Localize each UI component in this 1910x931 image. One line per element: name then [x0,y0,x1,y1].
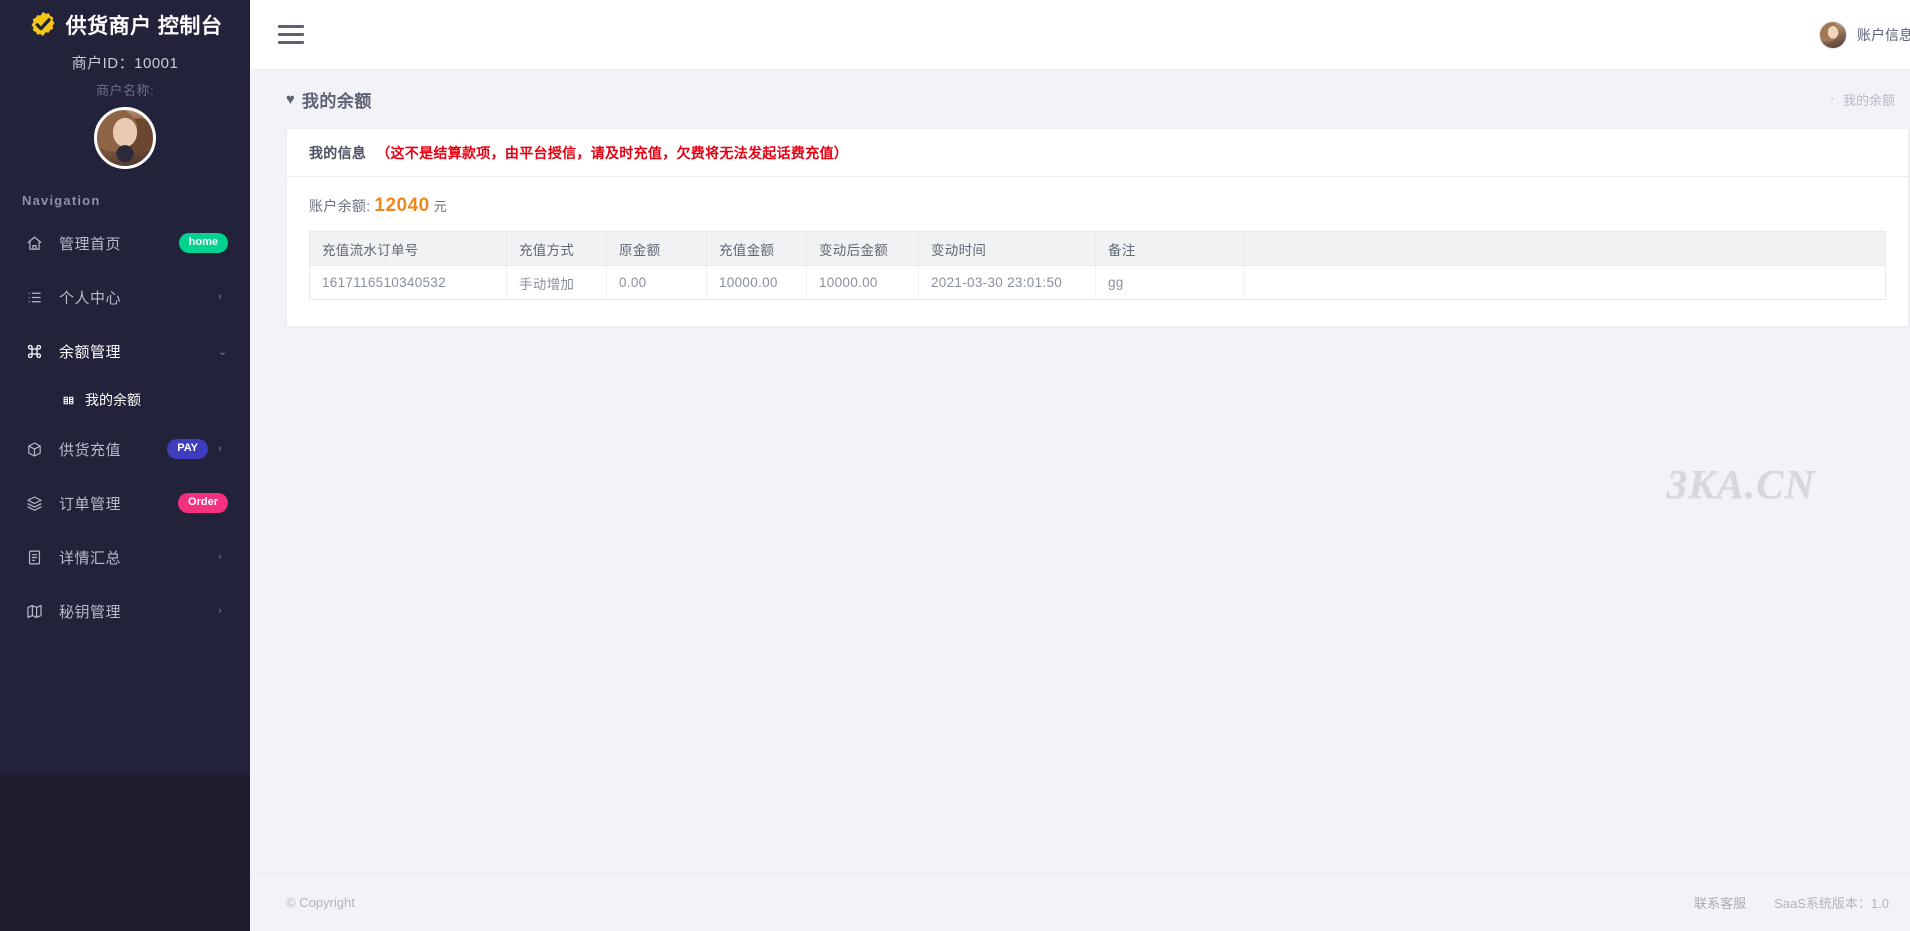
avatar[interactable] [94,107,156,169]
balance-summary: 账户余额: 12040 元 [309,195,1886,217]
sidebar: 供货商户 控制台 商户ID：10001 商户名称: Navigation 管理首… [0,0,250,931]
heart-icon: ♥ [286,90,295,108]
sidebar-badge-order: Order [178,493,228,513]
nav-section-title: Navigation [22,193,101,208]
sidebar-item-supply-recharge[interactable]: 供货充值 PAY › [0,422,250,476]
cell-extra [1243,265,1886,300]
map-icon [24,603,44,620]
chevron-down-icon: ⌄ [218,345,228,358]
sidebar-item-label: 余额管理 [59,343,122,361]
sidebar-item-detail-summary[interactable]: 详情汇总 › [0,530,250,584]
column-header-change-time: 变动时间 [918,231,1096,266]
table-head: 充值流水订单号 充值方式 原金额 充值金额 变动后金额 变动时间 备注 [309,231,1886,266]
card-body: 账户余额: 12040 元 充值流水订单号 充值方式 原金额 充值金额 变动后金… [287,177,1908,326]
sidebar-item-personal-center[interactable]: 个人中心 › [0,270,250,324]
list-icon [24,289,44,306]
merchant-id: 商户ID：10001 [71,55,179,72]
layers-icon [24,495,44,512]
footer-right: 联系客服 SaaS系统版本：1.0 [1694,893,1889,912]
page-header: ♥ 我的余额 › 我的余额 [250,70,1910,128]
topbar: 账户信息 [250,0,1910,70]
column-header-original-amount: 原金额 [606,231,707,266]
balance-icon [62,394,75,407]
cell-order-no: 1617116510340532 [309,265,507,300]
cell-after-amount: 10000.00 [806,265,919,300]
column-header-remark: 备注 [1095,231,1244,266]
breadcrumb: › 我的余额 [1830,90,1895,109]
command-icon [24,343,44,360]
sidebar-bottom-fill [0,775,250,931]
app-root: 供货商户 控制台 商户ID：10001 商户名称: Navigation 管理首… [0,0,1910,931]
column-header-after-amount: 变动后金额 [806,231,919,266]
balance-label: 账户余额: [309,198,371,214]
card-header: 我的信息 （这不是结算款项，由平台授信，请及时充值，欠费将无法发起话费充值） [287,129,1908,177]
gear-check-icon [28,10,58,40]
column-header-extra [1243,231,1886,266]
page-title-text: 我的余额 [301,91,372,111]
balance-card: 我的信息 （这不是结算款项，由平台授信，请及时充值，欠费将无法发起话费充值） 账… [286,128,1909,327]
main-content: 账户信息 ♥ 我的余额 › 我的余额 我的信息 （这不是结算款项，由平台授信，请… [250,0,1910,931]
sidebar-inner: 供货商户 控制台 商户ID：10001 商户名称: Navigation 管理首… [0,0,250,775]
sidebar-item-home[interactable]: 管理首页 home [0,216,250,270]
chevron-right-icon: › [218,291,222,303]
table-header-row: 充值流水订单号 充值方式 原金额 充值金额 变动后金额 变动时间 备注 [309,231,1886,266]
balance-unit: 元 [433,199,448,214]
brand[interactable]: 供货商户 控制台 [0,0,250,42]
sidebar-item-order-management[interactable]: 订单管理 Order [0,476,250,530]
merchant-name: 商户名称: [95,83,155,98]
file-icon [24,549,44,566]
sidebar-item-label: 订单管理 [59,495,122,513]
sidebar-badge-home: home [178,233,228,253]
sidebar-subitem-my-balance[interactable]: 我的余额 [0,378,250,422]
cell-remark: gg [1095,265,1244,300]
card-warning-text: （这不是结算款项，由平台授信，请及时充值，欠费将无法发起话费充值） [376,144,849,161]
chevron-right-icon: › [218,551,222,563]
recharge-records-table: 充值流水订单号 充值方式 原金额 充值金额 变动后金额 变动时间 备注 1617… [309,231,1886,300]
column-header-recharge-amount: 充值金额 [706,231,807,266]
home-icon [24,235,44,252]
contact-support-link[interactable]: 联系客服 [1694,893,1746,912]
footer-version: SaaS系统版本：1.0 [1774,896,1889,911]
cell-recharge-amount: 10000.00 [706,265,807,300]
sidebar-item-label: 详情汇总 [59,549,122,567]
box-icon [24,441,44,458]
chevron-right-icon: › [218,605,222,617]
account-info-button[interactable]: 账户信息 [1819,20,1910,49]
table-body: 1617116510340532 手动增加 0.00 10000.00 1000… [309,265,1886,300]
sidebar-avatar-wrap [0,107,250,169]
breadcrumb-current[interactable]: 我的余额 [1843,90,1895,109]
chevron-right-icon: › [218,443,222,455]
sidebar-nav: 管理首页 home 个人中心 › 余额管理 ⌄ 我的余额 供货充值 PAY › … [0,216,250,638]
cell-method: 手动增加 [506,265,607,300]
footer: © Copyright 联系客服 SaaS系统版本：1.0 [250,873,1910,931]
sidebar-item-label: 供货充值 [59,441,122,459]
brand-title: 供货商户 控制台 [65,15,223,38]
watermark: 3KA.CN [1666,461,1815,507]
sidebar-item-label: 个人中心 [59,289,122,307]
column-header-order-no: 充值流水订单号 [309,231,507,266]
balance-amount: 12040 [374,195,430,216]
account-info-label: 账户信息 [1857,26,1910,43]
sidebar-item-balance-management[interactable]: 余额管理 ⌄ [0,324,250,378]
column-header-method: 充值方式 [506,231,607,266]
hamburger-icon[interactable] [278,20,306,49]
sidebar-badge-pay: PAY [167,439,208,459]
cell-change-time: 2021-03-30 23:01:50 [918,265,1096,300]
avatar [1819,20,1847,49]
footer-copyright: © Copyright [286,895,355,910]
sidebar-item-label: 管理首页 [59,235,122,253]
page-title: ♥ 我的余额 [286,87,372,112]
cell-original-amount: 0.00 [606,265,707,300]
sidebar-item-key-management[interactable]: 秘钥管理 › [0,584,250,638]
card-title: 我的信息 [309,144,367,161]
table-row[interactable]: 1617116510340532 手动增加 0.00 10000.00 1000… [309,265,1886,300]
sidebar-item-label: 秘钥管理 [59,603,122,621]
sidebar-subitem-label: 我的余额 [85,392,141,408]
chevron-right-icon: › [1830,93,1834,105]
